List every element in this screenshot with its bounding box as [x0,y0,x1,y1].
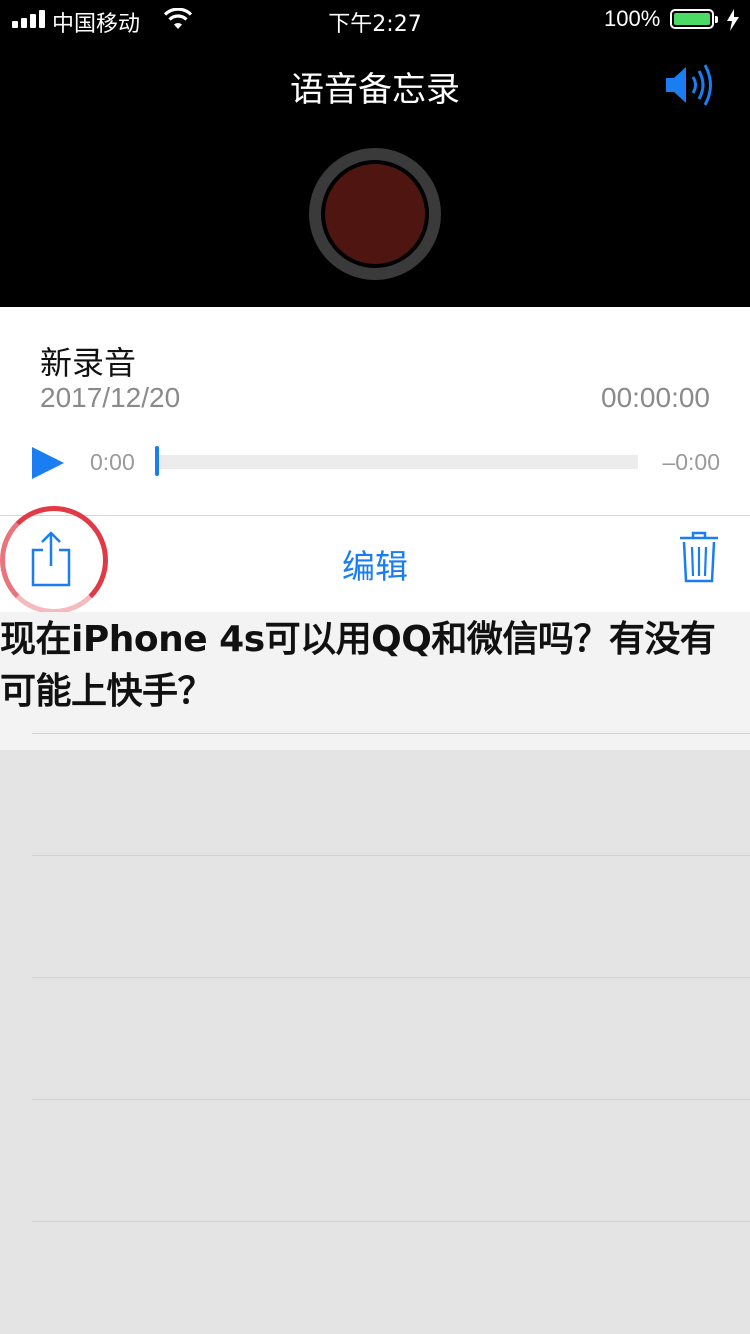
speaker-icon[interactable] [664,62,720,108]
recording-name[interactable]: 新录音 [40,338,136,384]
list-separator [32,1221,750,1222]
record-button-core[interactable] [325,164,425,264]
playback-scrubber-handle[interactable] [155,446,159,476]
list-separator [32,733,750,734]
playback-scrubber-track[interactable] [157,455,638,469]
page-title: 语音备忘录 [290,70,460,110]
battery-percentage: 100% [604,6,661,31]
trash-icon[interactable] [678,530,720,584]
caption-text: 现在iPhone 4s可以用QQ和微信吗？有没有可能上快手？ [0,619,716,712]
recording-date: 2017/12/20 [40,382,181,413]
list-separator [32,977,750,978]
list-separator [32,1099,750,1100]
remaining-time: –0:00 [662,449,720,475]
list-separator [32,855,750,856]
divider [0,515,750,516]
recording-duration: 00:00:00 [601,382,710,413]
elapsed-time: 0:00 [90,449,135,475]
battery-icon [670,9,718,29]
charging-bolt-icon [727,9,739,31]
edit-button[interactable]: 编辑 [0,540,750,588]
play-icon[interactable] [30,445,66,481]
